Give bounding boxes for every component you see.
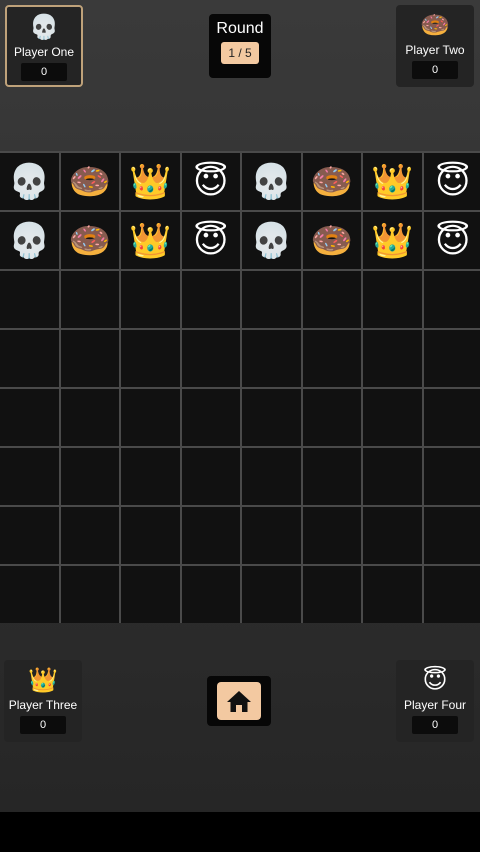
game-board: 💀 🍩 👑 😇 💀 🍩 👑 😇 💀 🍩 👑 😇 💀 🍩 👑 😇 (0, 151, 480, 623)
board-cell[interactable]: 😇 (181, 153, 240, 210)
player-three-name: Player Three (8, 698, 78, 712)
board-cell[interactable] (60, 330, 119, 387)
board-cell[interactable] (60, 448, 119, 505)
board-cell[interactable] (181, 507, 240, 564)
player-two-card: 🍩 Player Two 0 (396, 5, 474, 87)
player-four-card: 😇 Player Four 0 (396, 660, 474, 742)
round-value: 1 / 5 (221, 42, 259, 64)
board-cell[interactable] (242, 330, 301, 387)
round-label: Round (216, 20, 264, 37)
board-cell[interactable] (60, 271, 119, 328)
home-button[interactable] (207, 676, 271, 726)
player-four-name: Player Four (403, 698, 467, 712)
player-three-score: 0 (20, 716, 66, 734)
round-indicator: Round 1 / 5 (209, 14, 271, 78)
board-cell[interactable] (423, 507, 480, 564)
home-icon (227, 691, 251, 712)
board-cell[interactable] (423, 566, 480, 623)
board-cell[interactable]: 💀 (0, 212, 59, 269)
board-cell[interactable] (0, 330, 59, 387)
board-cell[interactable] (302, 507, 361, 564)
board-cell[interactable] (181, 448, 240, 505)
donut-icon: 🍩 (420, 11, 450, 39)
board-cell[interactable] (363, 271, 422, 328)
board-cell[interactable] (302, 566, 361, 623)
board-cell[interactable] (121, 330, 180, 387)
player-three-card: 👑 Player Three 0 (4, 660, 82, 742)
board-cell[interactable] (242, 566, 301, 623)
board-cell[interactable] (242, 507, 301, 564)
board-cell[interactable] (0, 448, 59, 505)
board-cell[interactable] (242, 389, 301, 446)
board-cell[interactable]: 💀 (242, 153, 301, 210)
board-cell[interactable]: 👑 (121, 153, 180, 210)
angel-face-icon: 😇 (422, 666, 448, 694)
board-cell[interactable]: 😇 (423, 212, 480, 269)
board-cell[interactable] (302, 448, 361, 505)
board-cell[interactable] (121, 271, 180, 328)
board-cell[interactable]: 💀 (242, 212, 301, 269)
board-cell[interactable] (121, 389, 180, 446)
board-cell[interactable] (363, 507, 422, 564)
board-cell[interactable] (363, 389, 422, 446)
board-cell[interactable]: 👑 (121, 212, 180, 269)
board-cell[interactable] (363, 448, 422, 505)
board-cell[interactable] (121, 448, 180, 505)
player-four-score: 0 (412, 716, 458, 734)
board-cell[interactable] (423, 271, 480, 328)
board-cell[interactable] (181, 566, 240, 623)
board-cell[interactable]: 👑 (363, 212, 422, 269)
board-cell[interactable] (181, 330, 240, 387)
board-cell[interactable] (0, 566, 59, 623)
board-cell[interactable] (423, 389, 480, 446)
board-cell[interactable] (121, 507, 180, 564)
board-cell[interactable]: 🍩 (302, 153, 361, 210)
player-one-score: 0 (21, 63, 67, 81)
crown-icon: 👑 (28, 666, 58, 694)
board-cell[interactable] (60, 389, 119, 446)
skull-icon: 💀 (29, 13, 59, 41)
board-cell[interactable] (242, 271, 301, 328)
board-cell[interactable]: 👑 (363, 153, 422, 210)
board-cell[interactable]: 🍩 (60, 212, 119, 269)
board-cell[interactable] (423, 448, 480, 505)
board-cell[interactable] (302, 271, 361, 328)
board-cell[interactable] (302, 389, 361, 446)
board-cell[interactable] (363, 566, 422, 623)
board-cell[interactable] (423, 330, 480, 387)
board-cell[interactable] (363, 330, 422, 387)
player-two-name: Player Two (405, 43, 465, 57)
board-cell[interactable] (0, 271, 59, 328)
board-cell[interactable]: 😇 (423, 153, 480, 210)
board-cell[interactable] (181, 389, 240, 446)
board-cell[interactable]: 🍩 (302, 212, 361, 269)
board-cell[interactable]: 💀 (0, 153, 59, 210)
board-cell[interactable] (181, 271, 240, 328)
board-cell[interactable] (302, 330, 361, 387)
player-two-score: 0 (412, 61, 458, 79)
player-one-name: Player One (13, 45, 75, 59)
board-cell[interactable] (60, 566, 119, 623)
board-cell[interactable] (121, 566, 180, 623)
board-cell[interactable] (242, 448, 301, 505)
board-cell[interactable]: 🍩 (60, 153, 119, 210)
board-cell[interactable] (0, 389, 59, 446)
player-one-card: 💀 Player One 0 (5, 5, 83, 87)
game-screen: 💀 Player One 0 Round 1 / 5 🍩 Player Two … (0, 0, 480, 812)
board-cell[interactable] (0, 507, 59, 564)
board-cell[interactable]: 😇 (181, 212, 240, 269)
home-button-face (217, 682, 261, 720)
board-cell[interactable] (60, 507, 119, 564)
